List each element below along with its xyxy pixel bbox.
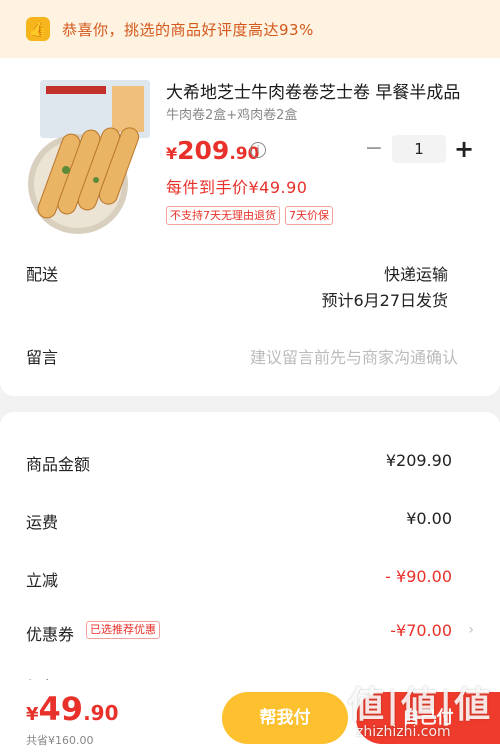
saved-amount: 共省¥160.00 xyxy=(26,734,94,747)
goods-amount-value: ¥209.90 xyxy=(385,451,452,470)
pay-myself-button[interactable]: 自己付 xyxy=(356,692,500,744)
total-decimal: .90 xyxy=(83,701,119,725)
praise-banner: 👍 恭喜你，挑选的商品好评度高达93% xyxy=(0,0,500,58)
chevron-right-icon[interactable]: › xyxy=(468,622,474,638)
banner-text: 恭喜你，挑选的商品好评度高达93% xyxy=(62,20,314,39)
shipping-label: 运费 xyxy=(26,513,59,532)
price-protect-tag: 7天价保 xyxy=(285,206,333,225)
price-integer: 209 xyxy=(177,136,230,165)
unit-price: 每件到手价¥49.90 xyxy=(166,178,308,197)
info-icon[interactable]: i xyxy=(250,142,266,158)
no-return-tag: 不支持7天无理由退货 xyxy=(166,206,280,225)
coupon-label[interactable]: 优惠券 xyxy=(26,621,74,645)
delivery-method: 快递运输 xyxy=(383,265,448,284)
quantity-increase-button[interactable]: + xyxy=(452,136,476,162)
total-symbol: ¥ xyxy=(26,704,39,725)
quantity-field[interactable]: 1 xyxy=(392,135,446,163)
goods-amount-label: 商品金额 xyxy=(26,455,91,474)
shipping-value: ¥0.00 xyxy=(406,509,452,528)
product-card: 大希地芝士牛肉卷卷芝士卷 早餐半成品 牛肉卷2盒+鸡肉卷2盒 ¥ 209 .90… xyxy=(0,58,500,396)
delivery-eta: 预计6月27日发货 xyxy=(321,291,448,310)
ask-friend-pay-button[interactable]: 帮我付 xyxy=(222,692,348,744)
message-input[interactable]: 建议留言前先与商家沟通确认 xyxy=(250,344,458,368)
delivery-label: 配送 xyxy=(26,265,59,284)
price-symbol: ¥ xyxy=(166,144,178,163)
product-title[interactable]: 大希地芝士牛肉卷卷芝士卷 早餐半成品 xyxy=(166,78,484,103)
quantity-decrease-button[interactable]: − xyxy=(362,138,386,162)
discount-label: 立减 xyxy=(26,571,59,590)
total-integer: 49 xyxy=(38,690,84,728)
coupon-recommended-tag: 已选推荐优惠 xyxy=(86,621,160,639)
coupon-value[interactable]: -¥70.00 xyxy=(390,621,452,640)
product-image[interactable] xyxy=(26,80,154,250)
product-price: ¥ 209 .90 xyxy=(166,136,259,165)
total-price: ¥ 49 .90 xyxy=(26,690,119,728)
message-label: 留言 xyxy=(26,348,59,367)
product-spec[interactable]: 牛肉卷2盒+鸡肉卷2盒 xyxy=(166,104,297,123)
discount-value: - ¥90.00 xyxy=(385,567,452,586)
checkout-bar: ¥ 49 .90 共省¥160.00 帮我付 自己付 xyxy=(0,680,500,753)
service-tags: 不支持7天无理由退货 7天价保 xyxy=(166,206,333,225)
thumbs-up-icon: 👍 xyxy=(26,17,50,41)
